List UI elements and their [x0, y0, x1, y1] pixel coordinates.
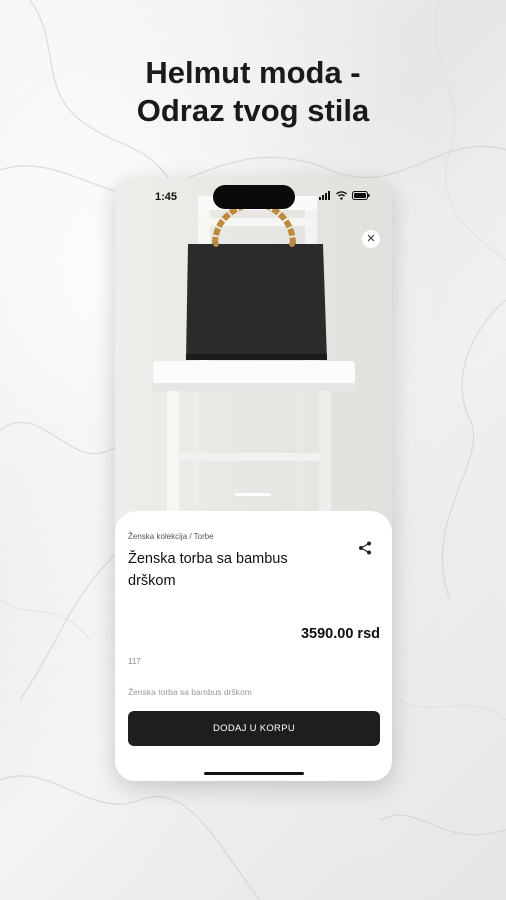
status-bar: 1:45 [115, 178, 392, 212]
close-icon: ✕ [366, 233, 376, 245]
dynamic-island [213, 185, 295, 209]
status-time: 1:45 [155, 191, 178, 203]
add-to-cart-button[interactable]: DODAJ U KORPU [128, 711, 380, 746]
phone-mockup: 1:45 ✕ Ženska kolekcija / Torbe Ženska t… [115, 178, 392, 781]
headline-line-1: Helmut moda - [145, 55, 361, 90]
share-icon[interactable] [358, 541, 372, 555]
product-details-sheet: Ženska kolekcija / Torbe Ženska torba sa… [115, 511, 392, 781]
wifi-icon [336, 191, 347, 200]
home-indicator [204, 772, 304, 775]
breadcrumb[interactable]: Ženska kolekcija / Torbe [128, 532, 214, 541]
promo-headline: Helmut moda - Odraz tvog stila [0, 54, 506, 130]
product-code: 117 [128, 657, 141, 666]
product-price: 3590.00 rsd [300, 626, 380, 642]
product-description: Ženska torba sa bambus drškom [128, 687, 252, 697]
close-button[interactable]: ✕ [362, 230, 380, 248]
headline-line-2: Odraz tvog stila [136, 93, 370, 128]
image-page-indicator [235, 493, 271, 496]
status-icons [319, 191, 370, 200]
product-image[interactable] [115, 178, 392, 538]
product-title: Ženska torba sa bambus drškom [128, 551, 288, 589]
signal-icon [319, 191, 330, 200]
battery-icon [352, 191, 370, 200]
